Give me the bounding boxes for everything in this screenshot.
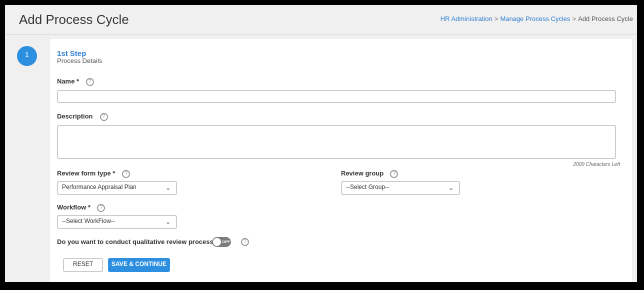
description-char-counter: 2000 Characters Left (573, 162, 620, 168)
help-circle-icon[interactable]: ? (97, 204, 106, 212)
breadcrumb-separator: > (572, 16, 577, 23)
description-label-text: Description (57, 113, 93, 121)
app-window: Add Process Cycle HR Administration > Mana… (5, 5, 637, 282)
workflow-select[interactable]: --Select WorkFlow-- ⌄ (57, 215, 177, 229)
workflow-label-text: Workflow (57, 204, 87, 212)
review-group-label-text: Review group (341, 170, 384, 178)
chevron-down-icon: ⌄ (448, 185, 454, 192)
review-group-value: --Select Group-- (346, 185, 390, 191)
review-form-type-label-text: Review form type (57, 170, 111, 178)
help-circle-icon[interactable]: ? (85, 78, 94, 86)
chevron-down-icon: ⌄ (165, 219, 171, 226)
breadcrumb: HR Administration > Manage Process Cycles >… (440, 16, 633, 23)
review-group-label: Review group ? (341, 170, 399, 178)
step-subtitle: Process Details (57, 58, 103, 65)
step-indicator-column: 1 (5, 35, 45, 282)
breadcrumb-separator: > (494, 16, 499, 23)
form-card: 1st Step Process Details Name * ? Descri… (50, 39, 632, 282)
page-title: Add Process Cycle (19, 12, 129, 27)
toggle-knob (213, 238, 221, 246)
review-group-select[interactable]: --Select Group-- ⌄ (341, 181, 460, 195)
breadcrumb-manage-process-cycles[interactable]: Manage Process Cycles (500, 16, 570, 23)
name-label: Name * ? (57, 78, 94, 86)
required-marker: * (76, 78, 80, 86)
page-header: Add Process Cycle HR Administration > Mana… (5, 5, 637, 35)
name-input[interactable] (57, 90, 616, 103)
description-label: Description ? (57, 113, 108, 121)
qualitative-review-question: Do you want to conduct qualitative revie… (57, 239, 218, 246)
step-number-badge: 1 (17, 46, 37, 66)
description-textarea[interactable] (57, 125, 616, 159)
qualitative-review-toggle[interactable]: OFF (212, 237, 231, 247)
help-circle-icon[interactable]: ? (99, 113, 108, 121)
workflow-label: Workflow * ? (57, 204, 106, 212)
review-form-type-label: Review form type * ? (57, 170, 130, 178)
help-circle-icon[interactable]: ? (241, 238, 249, 246)
breadcrumb-current: Add Process Cycle (578, 16, 633, 23)
step-title: 1st Step (57, 49, 87, 58)
name-label-text: Name (57, 78, 75, 86)
review-form-type-value: Performance Appraisal Plan (62, 185, 137, 191)
save-continue-button[interactable]: SAVE & CONTINUE (108, 258, 170, 272)
workflow-value: --Select WorkFlow-- (62, 219, 115, 225)
reset-button[interactable]: RESET (63, 258, 103, 272)
chevron-down-icon: ⌄ (165, 185, 171, 192)
help-circle-icon[interactable]: ? (121, 170, 130, 178)
required-marker: * (87, 204, 91, 212)
breadcrumb-hr-administration[interactable]: HR Administration (440, 16, 492, 23)
toggle-state-text: OFF (222, 239, 230, 244)
review-form-type-select[interactable]: Performance Appraisal Plan ⌄ (57, 181, 177, 195)
help-circle-icon[interactable]: ? (390, 170, 399, 178)
required-marker: * (112, 170, 116, 178)
